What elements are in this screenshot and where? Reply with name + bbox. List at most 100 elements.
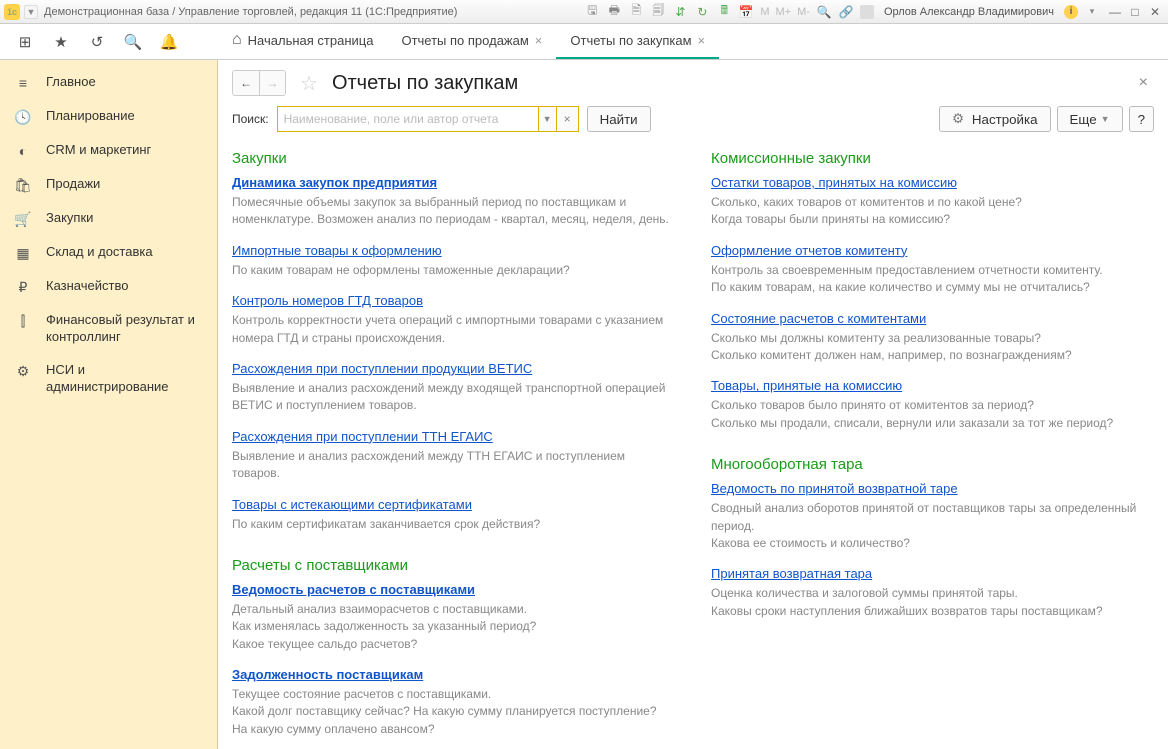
memory-mminus[interactable]: M- bbox=[797, 6, 810, 18]
report-link[interactable]: Оформление отчетов комитенту bbox=[711, 243, 907, 258]
sidebar-item-label: CRM и маркетинг bbox=[46, 142, 151, 159]
report-link[interactable]: Расхождения при поступлении продукции ВЕ… bbox=[232, 361, 532, 376]
maximize-button[interactable]: □ bbox=[1126, 4, 1144, 20]
report-link[interactable]: Товары, принятые на комиссию bbox=[711, 378, 902, 393]
refresh-icon[interactable]: ↻ bbox=[694, 4, 710, 20]
memory-mplus[interactable]: M+ bbox=[776, 6, 792, 18]
apps-icon[interactable]: ⊞ bbox=[16, 33, 34, 51]
calculator-icon[interactable]: 🖩 bbox=[716, 4, 732, 20]
sidebar-item-label: Финансовый результат и контроллинг bbox=[46, 312, 203, 346]
sidebar-item[interactable]: 🛒 Закупки bbox=[0, 202, 217, 236]
report-link[interactable]: Расхождения при поступлении ТТН ЕГАИС bbox=[232, 429, 493, 444]
star-icon[interactable]: ☆ bbox=[300, 71, 318, 96]
nav-back-button[interactable]: ← bbox=[233, 71, 259, 95]
report-link[interactable]: Импортные товары к оформлению bbox=[232, 243, 442, 258]
sidebar-item[interactable]: ₽ Казначейство bbox=[0, 270, 217, 304]
find-button[interactable]: Найти bbox=[587, 106, 651, 132]
report-link[interactable]: Динамика закупок предприятия bbox=[232, 175, 437, 190]
search-dropdown[interactable]: ▼ bbox=[538, 107, 556, 131]
report-description: Выявление и анализ расхождений между вхо… bbox=[232, 380, 675, 415]
calendar-icon[interactable]: 📅 bbox=[738, 4, 754, 20]
sidebar-icon: 🕓 bbox=[14, 108, 32, 126]
sidebar-item-label: Закупки bbox=[46, 210, 93, 227]
info-dropdown[interactable]: ▾ bbox=[1084, 4, 1100, 20]
report-description: Сколько, каких товаров от комитентов и п… bbox=[711, 194, 1154, 229]
app-logo: 1c bbox=[4, 4, 20, 20]
link-icon[interactable]: 🔗 bbox=[838, 4, 854, 20]
favorite-icon[interactable]: ★ bbox=[52, 33, 70, 51]
zoom-icon[interactable]: 🔍 bbox=[816, 4, 832, 20]
report-link[interactable]: Ведомость расчетов с поставщиками bbox=[232, 582, 475, 597]
sidebar-item[interactable]: ⚙НСИ и администрирование bbox=[0, 354, 217, 404]
tab-sales-reports[interactable]: Отчеты по продажам× bbox=[387, 23, 556, 59]
more-label: Еще bbox=[1070, 112, 1097, 127]
report-link[interactable]: Принятая возвратная тара bbox=[711, 566, 872, 581]
sidebar-icon: 🛒 bbox=[14, 210, 32, 228]
info-icon[interactable]: i bbox=[1064, 5, 1078, 19]
section-heading: Закупки bbox=[232, 150, 675, 167]
app-menu-dropdown[interactable]: ▼ bbox=[24, 5, 38, 19]
sidebar-item-label: Казначейство bbox=[46, 278, 128, 295]
report-link[interactable]: Состояние расчетов с комитентами bbox=[711, 311, 926, 326]
settings-label: Настройка bbox=[972, 112, 1038, 127]
report-link[interactable]: Задолженность поставщикам bbox=[232, 667, 423, 682]
search-clear-button[interactable]: × bbox=[556, 107, 578, 131]
report-description: По каким сертификатам заканчивается срок… bbox=[232, 516, 675, 533]
tab-home-label: Начальная страница bbox=[248, 33, 374, 48]
nav-forward-button[interactable]: → bbox=[259, 71, 285, 95]
settings-button[interactable]: Настройка bbox=[939, 106, 1051, 132]
sidebar-icon: ⚙ bbox=[14, 362, 32, 380]
print-icon[interactable]: 🖶 bbox=[606, 4, 622, 20]
close-icon[interactable]: × bbox=[535, 33, 543, 48]
compare-icon[interactable]: ⇵ bbox=[672, 4, 688, 20]
report-description: Детальный анализ взаиморасчетов с постав… bbox=[232, 601, 675, 653]
section-heading: Многооборотная тара bbox=[711, 456, 1154, 473]
tab-purchase-reports[interactable]: Отчеты по закупкам × bbox=[556, 23, 719, 59]
report-description: Выявление и анализ расхождений между ТТН… bbox=[232, 448, 675, 483]
sidebar-item-label: Продажи bbox=[46, 176, 100, 193]
sidebar-item[interactable]: ▦ Склад и доставка bbox=[0, 236, 217, 270]
section-heading: Комиссионные закупки bbox=[711, 150, 1154, 167]
history-icon[interactable]: ↺ bbox=[88, 33, 106, 51]
sidebar-icon: ₽ bbox=[14, 278, 32, 296]
report-description: Сводный анализ оборотов принятой от пост… bbox=[711, 500, 1154, 552]
sidebar-item-label: Планирование bbox=[46, 108, 135, 125]
close-icon[interactable]: × bbox=[698, 33, 706, 48]
report-description: Контроль за своевременным предоставление… bbox=[711, 262, 1154, 297]
sidebar-item[interactable]: ◐ CRM и маркетинг bbox=[0, 134, 217, 168]
save-icon[interactable]: 🖫 bbox=[584, 4, 600, 20]
document-icon[interactable]: 🗎 bbox=[628, 4, 644, 20]
sidebar-item[interactable]: ≡Главное bbox=[0, 66, 217, 100]
user-name[interactable]: Орлов Александр Владимирович bbox=[884, 6, 1054, 18]
report-link[interactable]: Ведомость по принятой возвратной таре bbox=[711, 481, 958, 496]
sidebar-icon: ◐ bbox=[14, 142, 32, 160]
report-description: По каким товарам не оформлены таможенные… bbox=[232, 262, 675, 279]
report-link[interactable]: Товары с истекающими сертификатами bbox=[232, 497, 472, 512]
report-description: Текущее состояние расчетов с поставщикам… bbox=[232, 686, 675, 738]
sidebar-icon: ≡ bbox=[14, 74, 32, 92]
memory-m[interactable]: M bbox=[760, 6, 769, 18]
sidebar-icon: ▦ bbox=[14, 244, 32, 262]
sidebar-item[interactable]: 🕓 Планирование bbox=[0, 100, 217, 134]
minimize-button[interactable]: — bbox=[1106, 4, 1124, 20]
tab-label: Отчеты по закупкам bbox=[570, 33, 691, 48]
sidebar-item[interactable]: 🛍Продажи bbox=[0, 168, 217, 202]
sidebar-icon: ⫿ bbox=[14, 312, 32, 330]
notifications-icon[interactable]: 🔔 bbox=[160, 33, 178, 51]
report-link[interactable]: Остатки товаров, принятых на комиссию bbox=[711, 175, 957, 190]
avatar bbox=[860, 5, 874, 19]
copy-icon[interactable]: 🗐 bbox=[650, 4, 666, 20]
help-button[interactable]: ? bbox=[1129, 106, 1154, 132]
sidebar-item[interactable]: ⫿ Финансовый результат и контроллинг bbox=[0, 304, 217, 354]
search-icon[interactable]: 🔍 bbox=[124, 33, 142, 51]
search-input[interactable] bbox=[278, 107, 538, 131]
chevron-down-icon: ▼ bbox=[1101, 114, 1110, 124]
report-description: Контроль корректности учета операций с и… bbox=[232, 312, 675, 347]
close-window-button[interactable]: ✕ bbox=[1146, 4, 1164, 20]
report-link[interactable]: Контроль номеров ГТД товаров bbox=[232, 293, 423, 308]
more-button[interactable]: Еще ▼ bbox=[1057, 106, 1123, 132]
close-page-button[interactable]: × bbox=[1139, 74, 1154, 92]
tab-home[interactable]: Начальная страница bbox=[218, 23, 387, 59]
sidebar: ≡Главное 🕓 Планирование ◐ CRM и маркетинг 🛍Пр… bbox=[0, 60, 218, 749]
sidebar-item-label: Склад и доставка bbox=[46, 244, 153, 261]
